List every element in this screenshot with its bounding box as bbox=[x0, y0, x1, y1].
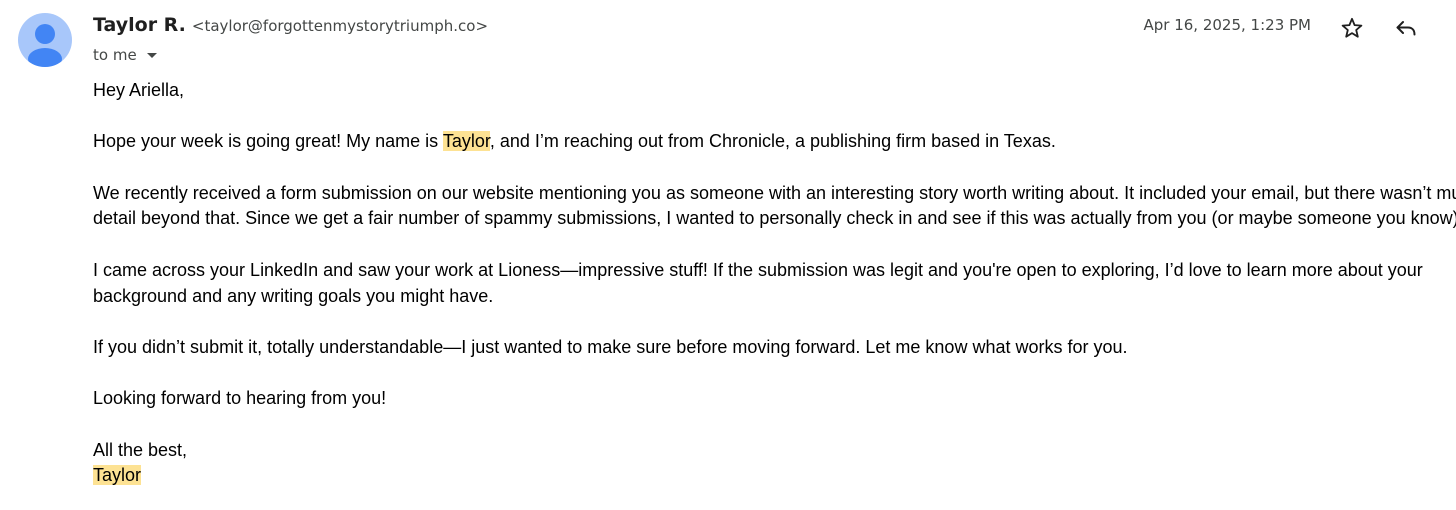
sender-avatar[interactable] bbox=[18, 13, 72, 67]
reply-button[interactable] bbox=[1392, 14, 1420, 42]
recipient-label: to me bbox=[93, 46, 137, 64]
recipient-row: to me bbox=[93, 44, 157, 66]
star-icon bbox=[1341, 17, 1363, 38]
paragraph-linkedin: I came across your LinkedIn and saw your… bbox=[93, 258, 1456, 309]
reply-icon bbox=[1396, 21, 1416, 36]
paragraph-looking-forward: Looking forward to hearing from you! bbox=[93, 388, 387, 409]
message-header: Taylor R. <taylor@forgottenmystorytriump… bbox=[93, 14, 488, 42]
message-body: Hey Ariella, Hope your week is going gre… bbox=[93, 78, 1456, 489]
sender-email: <taylor@forgottenmystorytriumph.co> bbox=[191, 17, 489, 35]
submission-line-1: We recently received a form submission o… bbox=[93, 182, 1456, 203]
sender-name[interactable]: Taylor R. bbox=[93, 14, 186, 36]
star-button[interactable] bbox=[1338, 14, 1366, 42]
linkedin-line-1: I came across your LinkedIn and saw your… bbox=[93, 259, 1423, 280]
highlighted-name: Taylor bbox=[442, 131, 490, 152]
paragraph-intro: Hope your week is going great! My name i… bbox=[93, 129, 1456, 155]
linkedin-line-2: background and any writing goals you mig… bbox=[93, 285, 494, 306]
signature-block: All the best, Taylor bbox=[93, 438, 1456, 489]
signature-name: Taylor bbox=[93, 465, 142, 486]
paragraph-understanding: If you didn’t submit it, totally underst… bbox=[93, 336, 1128, 357]
intro-text-start: Hope your week is going great! My name i… bbox=[93, 131, 443, 152]
paragraph-submission: We recently received a form submission o… bbox=[93, 181, 1456, 232]
person-icon bbox=[28, 24, 62, 67]
greeting: Hey Ariella, bbox=[93, 80, 185, 100]
submission-line-2: detail beyond that. Since we get a fair … bbox=[93, 208, 1456, 229]
closing: All the best, bbox=[93, 439, 188, 460]
chevron-down-icon[interactable] bbox=[146, 52, 157, 58]
message-date: Apr 16, 2025, 1:23 PM bbox=[1143, 16, 1312, 34]
intro-text-end: , and I’m reaching out from Chronicle, a… bbox=[489, 131, 1056, 152]
